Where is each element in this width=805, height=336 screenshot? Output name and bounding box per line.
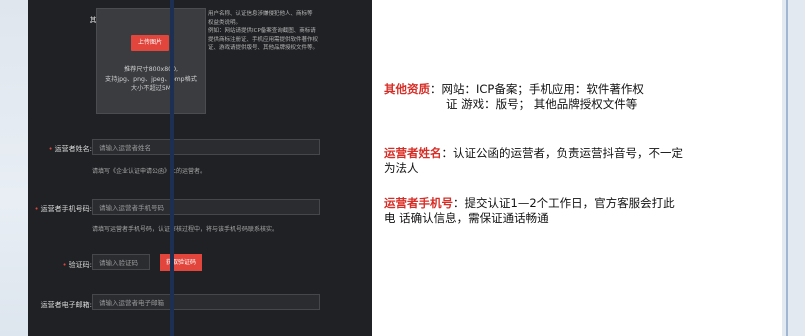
vertical-divider	[170, 0, 174, 336]
explain-operator-name-text: ：认证公函的运营者，负责运营抖音号，不一定	[441, 146, 684, 160]
note-line: 证、游戏请提供版号、其他品牌授权文件等。	[208, 45, 319, 52]
upload-hint-format: 支持jpg、png、jpeg、bmp格式	[105, 75, 197, 83]
right-divider-line	[786, 0, 788, 336]
upload-hint-filesize: 大小不超过5M	[130, 85, 172, 92]
operator-phone-label-text: 运营者手机号码:	[40, 205, 92, 213]
explain-operator-name-text-2: 为法人	[384, 161, 419, 175]
qualification-note: 用户名称、认证信息涉嫌侵犯他人、商标等 权益类说明。 例如：网站请提供ICP备案…	[208, 10, 344, 53]
get-code-button[interactable]: 获取验证码	[160, 254, 202, 271]
upload-image-button[interactable]: 上传图片	[131, 35, 169, 51]
explain-other-qual-key: 其他资质	[384, 82, 430, 96]
code-input[interactable]: 请输入验证码	[92, 254, 150, 270]
explain-operator-phone-text-2: 电 话确认信息，需保证通话畅通	[384, 211, 549, 225]
upload-hint-size: 推荐尺寸800x800,	[124, 66, 178, 73]
explain-operator-phone-key: 运营者手机号	[384, 196, 453, 210]
upload-area[interactable]: 上传图片 推荐尺寸800x800, 支持jpg、png、jpeg、bmp格式 大…	[96, 8, 206, 114]
note-line: 用户名称、认证信息涉嫌侵犯他人、商标等	[208, 11, 313, 17]
operator-name-label-text: 运营者姓名:	[54, 145, 92, 153]
email-label: 运营者电子邮箱:	[40, 301, 92, 309]
email-input[interactable]: 请输入运营者电子邮箱	[92, 294, 320, 310]
operator-phone-label: • 运营者手机号码:	[34, 205, 93, 213]
note-line: 提供商标注册证、手机应用需提供软件著作权	[208, 36, 319, 43]
operator-phone-input[interactable]: 请输入运营者手机号码	[92, 199, 320, 215]
note-line: 例如：网站请提供ICP备案查询截图、商标请	[208, 28, 316, 35]
operator-name-label: • 运营者姓名:	[48, 145, 93, 153]
form-panel: 其他资质: 上传图片 推荐尺寸800x800, 支持jpg、png、jpeg、b…	[28, 0, 372, 336]
explain-operator-name-key: 运营者姓名	[384, 146, 442, 160]
explain-other-qual: 其他资质：网站：ICP备案；手机应用：软件著作权 证 游戏：版号； 其他品牌授权…	[384, 82, 644, 112]
upload-hint: 推荐尺寸800x800, 支持jpg、png、jpeg、bmp格式 大小不超过5…	[101, 65, 201, 94]
operator-name-help: 请填写《企业认证申请公函》上的运营者。	[92, 168, 207, 175]
explain-other-qual-text-2: 证 游戏：版号； 其他品牌授权文件等	[446, 97, 638, 111]
explain-operator-phone: 运营者手机号：提交认证1—2个工作日，官方客服会打此 电 话确认信息，需保证通话…	[384, 196, 675, 226]
code-label: • 验证码:	[62, 261, 93, 269]
explain-operator-name: 运营者姓名：认证公函的运营者，负责运营抖音号，不一定 为法人	[384, 146, 683, 176]
code-label-text: 验证码:	[68, 261, 92, 269]
explain-other-qual-text: ：网站：ICP备案；手机应用：软件著作权	[430, 82, 644, 96]
explain-operator-phone-text: ：提交认证1—2个工作日，官方客服会打此	[453, 196, 675, 210]
operator-phone-help: 请填写运营者手机号码，认证审核过程中，将与该手机号码联系核实。	[92, 226, 279, 233]
operator-name-input[interactable]: 请输入运营者姓名	[92, 139, 320, 155]
note-line: 权益类说明。	[208, 19, 242, 26]
